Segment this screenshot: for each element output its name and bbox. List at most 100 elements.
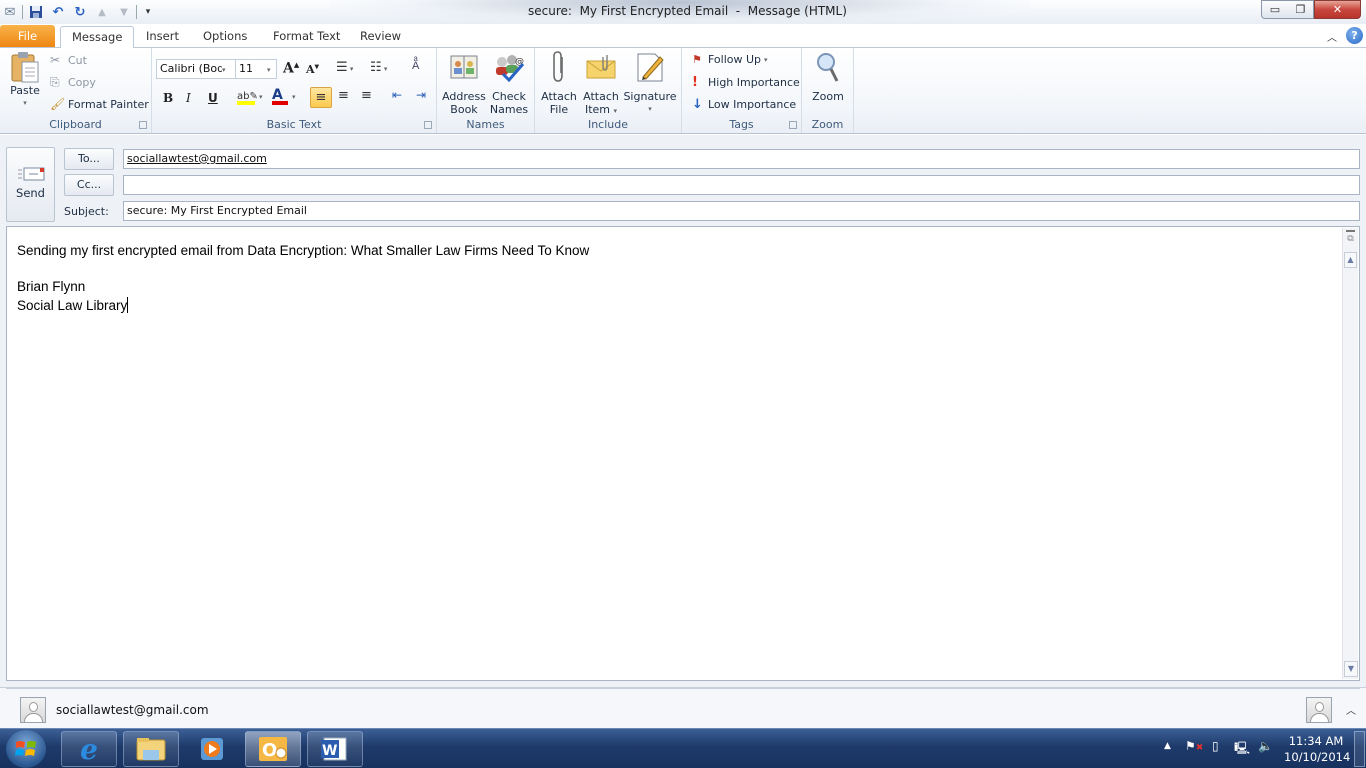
attach-item-dropdown-icon[interactable]: ▾ <box>614 107 618 115</box>
contact-avatar[interactable] <box>20 697 46 723</box>
undo-icon[interactable]: ↶ <box>50 4 66 20</box>
battery-icon[interactable]: ▯ <box>1212 739 1219 753</box>
font-name-value: Calibri (Body) <box>160 62 222 75</box>
svg-text:O: O <box>262 740 277 761</box>
volume-icon[interactable]: 🔈 <box>1258 739 1273 753</box>
taskbar-windows-explorer[interactable] <box>123 731 179 767</box>
copy-label: Copy <box>68 76 96 89</box>
signature-dropdown-icon[interactable]: ▾ <box>623 103 677 116</box>
taskbar-internet-explorer[interactable]: e <box>61 731 117 767</box>
scroll-down-arrow[interactable]: ▼ <box>1344 661 1358 677</box>
send-icon <box>7 166 54 184</box>
tags-dialog-launcher[interactable] <box>789 121 797 129</box>
scrollbar-split-handle[interactable] <box>1346 230 1355 232</box>
message-body[interactable]: Sending my first encrypted email from Da… <box>6 226 1360 681</box>
taskbar-word[interactable]: W <box>307 731 363 767</box>
scroll-up-arrow[interactable]: ▲ <box>1344 252 1357 268</box>
font-color-dropdown-icon[interactable]: ▾ <box>292 93 296 101</box>
tab-format-text[interactable]: Format Text <box>262 26 351 48</box>
paintbrush-icon: 🖌 <box>50 97 66 111</box>
font-size-dropdown-icon[interactable]: ▾ <box>267 66 271 74</box>
bold-button[interactable]: B <box>163 91 173 105</box>
highlight-button[interactable]: ab✎ <box>237 89 258 105</box>
minimize-button[interactable]: ▭ <box>1261 0 1289 19</box>
media-player-icon <box>201 738 223 760</box>
qat-divider <box>22 5 23 19</box>
font-size-combo[interactable]: 11 ▾ <box>235 59 277 79</box>
attach-file-button[interactable]: Attach File <box>539 50 579 116</box>
follow-up-dropdown-icon[interactable]: ▾ <box>764 56 768 64</box>
cc-field[interactable] <box>123 175 1360 195</box>
clock[interactable]: 11:34 AM 10/10/2014 <box>1284 733 1350 765</box>
send-button[interactable]: Send <box>6 147 55 222</box>
include-group-label: Include <box>587 118 629 131</box>
tab-file[interactable]: File <box>0 25 55 47</box>
minimize-ribbon-icon[interactable]: ︿ <box>1327 29 1337 44</box>
people-pane-avatar[interactable] <box>1306 697 1332 723</box>
font-name-dropdown-icon[interactable]: ▾ <box>222 66 226 74</box>
save-icon[interactable] <box>28 4 44 20</box>
follow-up-button[interactable]: ⚑ Follow Up ▾ <box>692 53 768 66</box>
underline-button[interactable]: U <box>208 91 218 105</box>
close-button[interactable]: ✕ <box>1314 0 1361 19</box>
paste-button[interactable]: Paste ▾ <box>6 50 44 110</box>
help-icon[interactable]: ? <box>1346 27 1363 44</box>
redo-icon[interactable]: ↻ <box>72 4 88 20</box>
increase-indent-icon[interactable]: ⇥ <box>416 88 426 102</box>
grow-font-icon[interactable]: A▲ <box>283 60 299 77</box>
subject-field[interactable]: secure: My First Encrypted Email <box>123 201 1360 221</box>
network-icon[interactable]: 🖳 <box>1234 739 1250 760</box>
restore-button[interactable]: ❐ <box>1288 0 1314 19</box>
numbering-icon[interactable]: ☷ ▾ <box>370 60 387 75</box>
zoom-button[interactable]: Zoom <box>808 50 848 103</box>
action-center-icon[interactable]: ⚑✖ <box>1185 739 1203 753</box>
show-desktop-button[interactable] <box>1354 731 1365 767</box>
outlook-message-icon[interactable]: ✉ <box>2 4 18 20</box>
tab-review[interactable]: Review <box>349 26 412 48</box>
format-painter-button[interactable]: 🖌 Format Painter <box>50 97 149 111</box>
attach-item-button[interactable]: Attach Item ▾ <box>581 50 621 118</box>
clear-formatting-icon[interactable]: Aͣ <box>412 59 419 72</box>
low-importance-button[interactable]: ↓ Low Importance <box>692 97 796 112</box>
cc-button[interactable]: Cc... <box>64 174 114 196</box>
to-button[interactable]: To... <box>64 148 114 170</box>
high-importance-button[interactable]: ! High Importance <box>692 75 800 90</box>
decrease-indent-icon[interactable]: ⇤ <box>392 88 402 102</box>
customize-qat-icon[interactable]: ▾ <box>140 4 156 20</box>
taskbar-media-player[interactable] <box>184 731 240 767</box>
contact-email[interactable]: sociallawtest@gmail.com <box>56 703 209 717</box>
italic-button[interactable]: I <box>186 91 191 105</box>
show-hidden-icons[interactable]: ▲ <box>1164 741 1171 751</box>
taskbar-outlook[interactable]: O <box>245 731 301 767</box>
next-item-icon[interactable]: ▼ <box>116 4 132 20</box>
subject-label: Subject: <box>64 205 109 218</box>
shrink-font-icon[interactable]: A▼ <box>306 63 319 76</box>
cut-button[interactable]: ✂ Cut <box>50 53 87 67</box>
font-name-combo[interactable]: Calibri (Body)▾ <box>156 59 236 79</box>
ruler-toggle-icon[interactable]: ⧉ <box>1343 234 1358 248</box>
previous-item-icon[interactable]: ▲ <box>94 4 110 20</box>
tab-options[interactable]: Options <box>192 26 258 48</box>
address-book-button[interactable]: Address Book <box>442 50 486 116</box>
paste-dropdown-icon[interactable]: ▾ <box>6 97 44 110</box>
align-center-button[interactable]: ≡ <box>338 88 349 103</box>
font-color-button[interactable]: A <box>272 87 288 105</box>
start-button[interactable] <box>6 730 46 768</box>
expand-people-pane-icon[interactable]: ︿ <box>1346 702 1356 717</box>
body-line: Social Law Library <box>17 297 129 313</box>
signature-icon <box>634 50 666 84</box>
bullets-icon[interactable]: ☰ ▾ <box>336 60 353 75</box>
to-field[interactable]: sociallawtest@gmail.com <box>123 149 1360 169</box>
signature-button[interactable]: Signature ▾ <box>623 50 677 116</box>
internet-explorer-icon: e <box>80 732 98 766</box>
clipboard-dialog-launcher[interactable] <box>139 121 147 129</box>
highlight-dropdown-icon[interactable]: ▾ <box>259 93 263 101</box>
tab-message[interactable]: Message <box>60 26 135 49</box>
tab-insert[interactable]: Insert <box>135 26 190 48</box>
vertical-scrollbar[interactable]: ⧉ ▲ ▼ <box>1342 228 1358 679</box>
check-names-button[interactable]: @ Check Names <box>487 50 531 116</box>
basic-text-dialog-launcher[interactable] <box>424 121 432 129</box>
align-left-button[interactable]: ≡ <box>310 87 332 108</box>
copy-button[interactable]: ⎘ Copy <box>50 75 96 90</box>
align-right-button[interactable]: ≡ <box>361 88 372 103</box>
